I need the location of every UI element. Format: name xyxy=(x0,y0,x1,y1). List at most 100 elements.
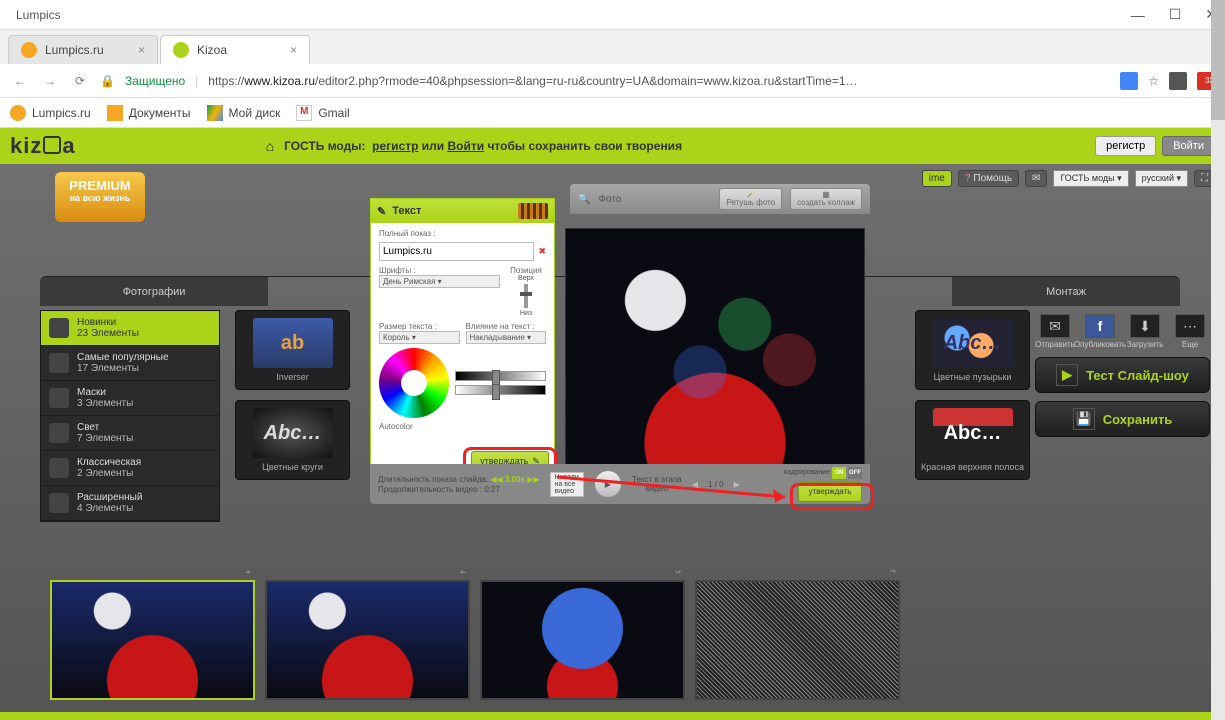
tab-close-icon[interactable]: × xyxy=(138,43,145,57)
playback-controls: Длительность показа слайда: ◀◀ 3.00s ▶▶ … xyxy=(370,464,870,504)
home-icon[interactable]: ⌂ xyxy=(266,138,274,154)
font-select[interactable]: День Римская ▾ xyxy=(379,275,500,288)
more-button[interactable]: ⋯Еще xyxy=(1170,314,1210,349)
category-advanced[interactable]: Расширенный4 Элементы xyxy=(41,486,219,521)
style-circles[interactable]: Abc…Цветные круги xyxy=(235,400,350,480)
autocolor-label[interactable]: Autocolor xyxy=(379,422,546,431)
position-slider[interactable] xyxy=(524,284,528,308)
color-wheel[interactable] xyxy=(379,348,449,418)
translate-icon[interactable] xyxy=(1120,72,1138,90)
timeline-slide-4[interactable]: 4 xyxy=(695,580,900,700)
test-slideshow-button[interactable]: ▶Тест Слайд-шоу xyxy=(1035,357,1210,393)
timeline[interactable]: 1 2 3 4 xyxy=(40,570,1180,710)
filmstrip-icon xyxy=(518,203,548,219)
play-button[interactable]: ▶ xyxy=(594,470,622,498)
text-style-grid: abInverser Abc…Цветные круги xyxy=(235,310,365,480)
top-toolbar: ime ?Помощь ✉ ГОСТЬ моды ▾ русский ▾ ⛶ xyxy=(922,170,1215,187)
url-field[interactable]: https://www.kizoa.ru/editor2.php?rmode=4… xyxy=(208,74,1110,88)
prev-icon[interactable]: ◀ xyxy=(692,480,698,489)
opacity-slider[interactable] xyxy=(455,385,546,395)
action-panel: ✉Отправить fОпубликовать ⬇Загрузить ⋯Еще… xyxy=(1035,314,1210,437)
crop-toggle[interactable]: кадрирование ON OFF xyxy=(784,467,862,479)
bookmark-lumpics[interactable]: Lumpics.ru xyxy=(10,105,91,121)
category-list: Новинки23 Элементы▶ Самые популярные17 Э… xyxy=(40,310,220,522)
size-select[interactable]: Король ▾ xyxy=(379,331,460,344)
bookmark-drive[interactable]: Мой диск xyxy=(207,105,281,121)
browser-tabstrip: Lumpics.ru × Kizoa × xyxy=(0,30,1225,64)
collage-button[interactable]: ▦создать коллаж xyxy=(790,188,862,210)
star-icon[interactable]: ☆ xyxy=(1148,74,1159,88)
tab-label: Kizoa xyxy=(197,43,227,57)
text-style-grid-right: Abc…Цветные пузырьки Abc…Красная верхняя… xyxy=(915,310,1025,480)
category-classic[interactable]: Классическая2 Элементы xyxy=(41,451,219,486)
vertical-scrollbar[interactable] xyxy=(1211,0,1225,720)
text-panel: ✎Текст Полный показ : ✖ Шрифты : День Ри… xyxy=(370,198,555,478)
apply-all-button[interactable]: Наведи на все видео xyxy=(550,472,584,497)
kizoa-logo: kiza xyxy=(10,133,76,159)
tab-photos[interactable]: Фотографии xyxy=(40,276,268,306)
nav-forward-icon[interactable]: → xyxy=(40,74,60,88)
editor-canvas: PREMIUM на всю жизнь ime ?Помощь ✉ ГОСТЬ… xyxy=(0,164,1225,720)
secure-label: Защищено xyxy=(125,74,185,88)
register-link[interactable]: регистр xyxy=(372,139,418,153)
timeline-slide-3[interactable]: 3 xyxy=(480,580,685,700)
favicon xyxy=(21,42,37,58)
login-link[interactable]: Войти xyxy=(447,139,484,153)
help-button[interactable]: ?Помощь xyxy=(958,170,1019,187)
window-maximize[interactable]: ☐ xyxy=(1169,6,1182,23)
bookmarks-bar: Lumpics.ru Документы Мой диск MGmail xyxy=(0,98,1225,128)
category-masks[interactable]: Маски3 Элементы xyxy=(41,381,219,416)
mail-icon[interactable]: ✉ xyxy=(1025,170,1047,187)
guest-dropdown[interactable]: ГОСТЬ моды ▾ xyxy=(1053,170,1128,187)
edit-popup: 🔍 Фото 🪄Ретушь фото ▦создать коллаж ✎Тек… xyxy=(370,184,870,504)
publish-button[interactable]: fОпубликовать xyxy=(1080,314,1120,349)
save-button[interactable]: 💾Сохранить xyxy=(1035,401,1210,437)
lang-dropdown[interactable]: русский ▾ xyxy=(1135,170,1188,187)
approve-button-main[interactable]: утверждать xyxy=(798,482,862,502)
timeline-slide-1[interactable]: 1 xyxy=(50,580,255,700)
style-red-stripe[interactable]: Abc…Красная верхняя полоса xyxy=(915,400,1030,480)
magnifier-icon[interactable]: 🔍 xyxy=(578,194,590,205)
window-minimize[interactable]: — xyxy=(1131,7,1145,23)
nav-back-icon[interactable]: ← xyxy=(10,74,30,88)
lock-icon: 🔒 xyxy=(100,74,115,88)
category-novinki[interactable]: Новинки23 Элементы▶ xyxy=(41,311,219,346)
text-input[interactable] xyxy=(379,242,534,261)
extension-icons: ☆ 32 xyxy=(1120,72,1215,90)
window-titlebar: Lumpics — ☐ ✕ xyxy=(0,0,1225,30)
send-button[interactable]: ✉Отправить xyxy=(1035,314,1075,349)
login-button[interactable]: Войти xyxy=(1162,136,1215,156)
bookmark-gmail[interactable]: MGmail xyxy=(296,105,349,121)
browser-tab-lumpics[interactable]: Lumpics.ru × xyxy=(8,35,158,64)
window-title: Lumpics xyxy=(8,8,61,22)
ext-icon[interactable] xyxy=(1169,72,1187,90)
register-button[interactable]: регистр xyxy=(1095,136,1156,156)
pencil-icon: ✎ xyxy=(377,205,386,218)
browser-tab-kizoa[interactable]: Kizoa × xyxy=(160,35,310,64)
app-header: kiza ⌂ ГОСТЬ моды: регистр или Войти что… xyxy=(0,128,1225,164)
ime-button[interactable]: ime xyxy=(922,170,952,187)
tab-montage[interactable]: Монтаж xyxy=(952,276,1180,306)
bookmark-docs[interactable]: Документы xyxy=(107,105,191,121)
brightness-slider[interactable] xyxy=(455,371,546,381)
favicon xyxy=(173,42,189,58)
photo-label: Фото xyxy=(598,194,621,205)
footer-bar xyxy=(0,712,1225,720)
timeline-slide-2[interactable]: 2 xyxy=(265,580,470,700)
retouch-button[interactable]: 🪄Ретушь фото xyxy=(719,188,782,210)
address-bar: ← → ⟳ 🔒 Защищено | https://www.kizoa.ru/… xyxy=(0,64,1225,98)
style-bubbles[interactable]: Abc…Цветные пузырьки xyxy=(915,310,1030,390)
category-light[interactable]: Свет7 Элементы xyxy=(41,416,219,451)
premium-badge[interactable]: PREMIUM на всю жизнь xyxy=(55,172,145,222)
style-inverser[interactable]: abInverser xyxy=(235,310,350,390)
tab-close-icon[interactable]: × xyxy=(290,43,297,57)
download-button[interactable]: ⬇Загрузить xyxy=(1125,314,1165,349)
slide-preview[interactable] xyxy=(565,228,865,468)
clear-text-icon[interactable]: ✖ xyxy=(538,246,546,257)
category-popular[interactable]: Самые популярные17 Элементы xyxy=(41,346,219,381)
photo-bar: 🔍 Фото 🪄Ретушь фото ▦создать коллаж xyxy=(570,184,870,214)
next-icon[interactable]: ▶ xyxy=(734,480,740,489)
nav-reload-icon[interactable]: ⟳ xyxy=(70,74,90,88)
effect-select[interactable]: Накладывание ▾ xyxy=(466,331,547,344)
guest-message: ГОСТЬ моды: регистр или Войти чтобы сохр… xyxy=(284,139,682,153)
